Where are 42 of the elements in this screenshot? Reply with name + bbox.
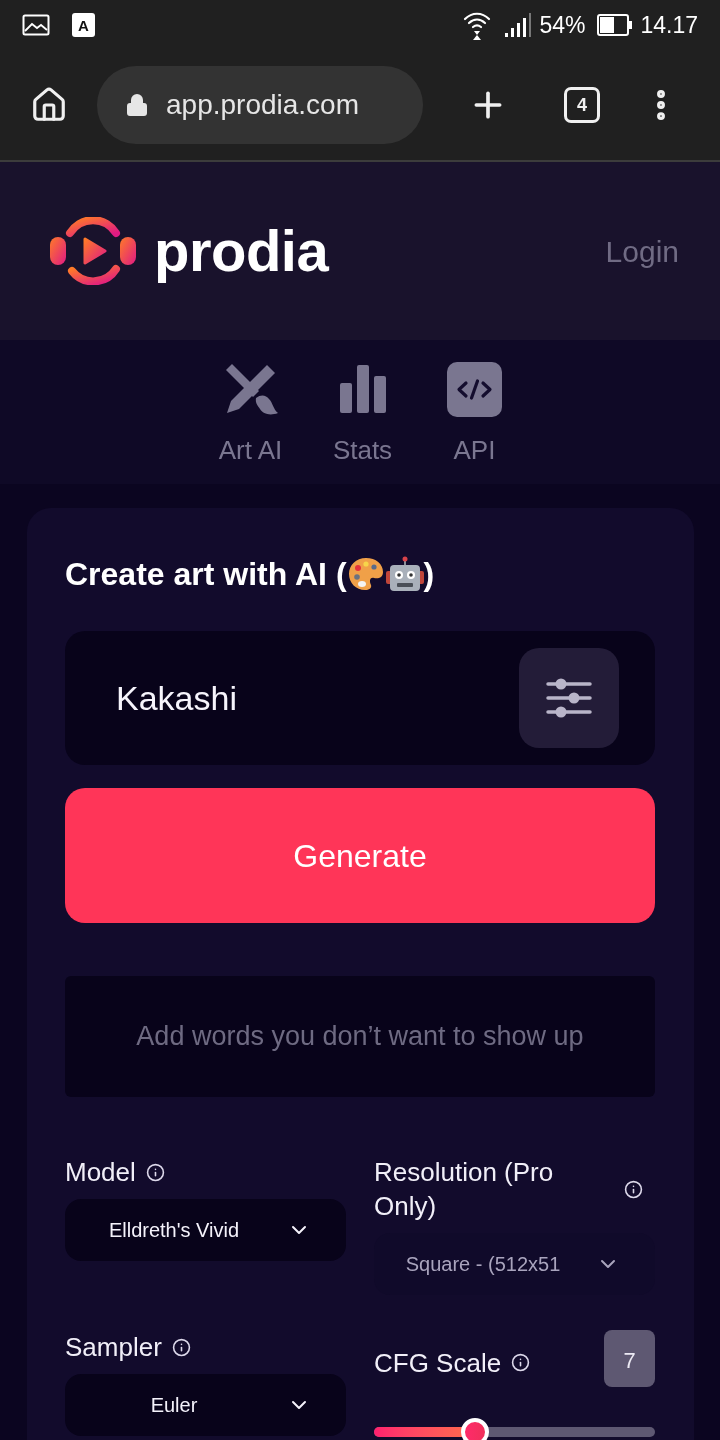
prompt-input[interactable]: Kakashi bbox=[65, 668, 519, 728]
generate-button[interactable]: Generate bbox=[65, 788, 655, 923]
settings-button[interactable] bbox=[519, 648, 619, 748]
field-label: Model bbox=[65, 1156, 136, 1189]
cfg-value-field[interactable]: 7 bbox=[604, 1330, 655, 1387]
login-link[interactable]: Login bbox=[605, 228, 679, 274]
palette-icon bbox=[347, 557, 384, 591]
wifi-icon bbox=[463, 10, 492, 40]
prompt-field[interactable]: Kakashi bbox=[65, 631, 655, 765]
field-label: Sampler bbox=[65, 1331, 162, 1364]
nav-tab[interactable]: Art AI bbox=[205, 361, 296, 484]
nav-tab[interactable]: Stats bbox=[317, 361, 408, 484]
sliders-icon bbox=[546, 678, 592, 718]
clock-time: 14.17 bbox=[640, 10, 698, 40]
signal-icon bbox=[505, 13, 532, 37]
nav-tab[interactable]: API bbox=[429, 361, 520, 484]
slider-track[interactable] bbox=[374, 1418, 655, 1440]
info-icon[interactable] bbox=[624, 1179, 643, 1199]
negative-prompt-field[interactable]: Add words you don’t want to show up bbox=[65, 976, 655, 1097]
select-dropdown[interactable]: Elldreth's Vivid bbox=[65, 1199, 346, 1261]
home-icon[interactable] bbox=[30, 86, 68, 124]
address-bar[interactable]: app.prodia.com bbox=[97, 66, 423, 144]
battery-icon bbox=[597, 14, 633, 36]
app-notification-icon: A bbox=[72, 13, 95, 37]
form-title: Create art with AI ( bbox=[65, 555, 347, 594]
field-label: Resolution (Pro Only) bbox=[374, 1156, 555, 1223]
select-dropdown[interactable]: Euler bbox=[65, 1374, 346, 1436]
info-icon[interactable] bbox=[171, 1337, 191, 1357]
image-icon bbox=[22, 14, 50, 36]
logo-icon bbox=[50, 217, 136, 285]
battery-percent: 54% bbox=[539, 10, 586, 40]
info-icon[interactable] bbox=[145, 1162, 165, 1182]
tab-count-button[interactable]: 4 bbox=[564, 87, 600, 123]
field-label: CFG Scale bbox=[374, 1346, 502, 1380]
url-text: app.prodia.com bbox=[166, 88, 359, 122]
robot-icon bbox=[385, 556, 424, 592]
lock-icon bbox=[125, 93, 149, 117]
code-icon bbox=[447, 361, 502, 417]
slider-thumb[interactable] bbox=[461, 1418, 490, 1440]
title-parenthesis: ) bbox=[423, 555, 435, 594]
bar-chart-icon bbox=[339, 365, 386, 413]
info-icon[interactable] bbox=[511, 1353, 531, 1372]
